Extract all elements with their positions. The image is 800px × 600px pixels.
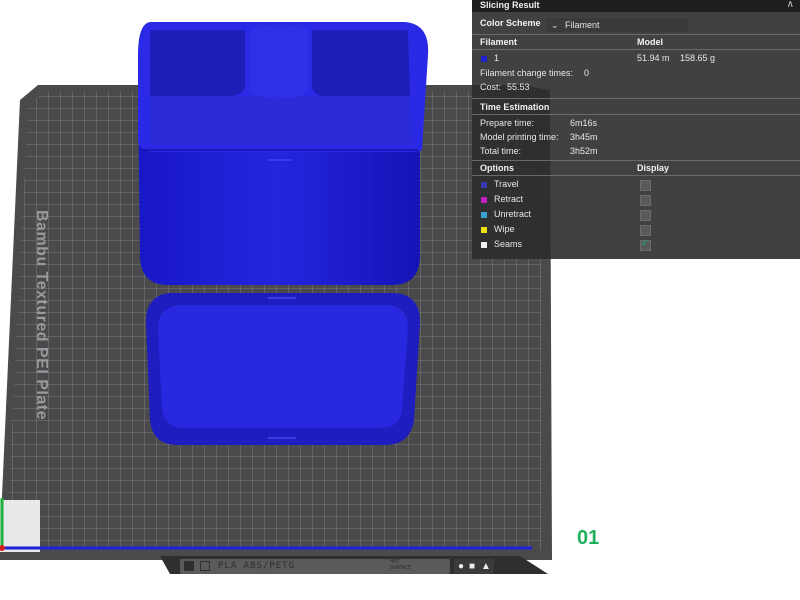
- divider: [472, 160, 800, 161]
- option-unretract-label: Unretract: [494, 209, 532, 219]
- color-scheme-label: Color Scheme: [480, 18, 541, 28]
- option-travel-label: Travel: [494, 179, 519, 189]
- plate-icon: [184, 561, 194, 571]
- prepare-time-label: Prepare time:: [480, 118, 535, 128]
- options-header: Options: [480, 163, 514, 173]
- arrange-icon[interactable]: ■: [469, 559, 475, 574]
- filament-color-swatch: [481, 56, 487, 62]
- panel-titlebar: Slicing Result ∧: [472, 0, 800, 12]
- model-printing-time-label: Model printing time:: [480, 132, 559, 142]
- unretract-color-swatch: [481, 212, 487, 218]
- model-header: Model: [637, 37, 663, 47]
- total-time-value: 3h52m: [570, 146, 598, 156]
- option-wipe-label: Wipe: [494, 224, 515, 234]
- checkmark-icon: ✓: [641, 238, 649, 248]
- hot-surface-label: HOT SURFACE: [390, 559, 412, 571]
- filament-weight: 158.65 g: [680, 53, 716, 63]
- container-model[interactable]: [138, 22, 429, 285]
- filament-length: 51.94 m: [637, 53, 670, 63]
- color-scheme-value: Filament: [565, 20, 600, 30]
- color-scheme-select[interactable]: ⌄ Filament: [546, 18, 688, 32]
- delete-icon[interactable]: ▲: [481, 559, 491, 574]
- divider: [472, 49, 800, 50]
- filament-change-value: 0: [584, 68, 590, 78]
- option-seams-label: Seams: [494, 239, 523, 249]
- chevron-down-icon: ⌄: [551, 20, 559, 30]
- display-header: Display: [637, 163, 670, 173]
- option-retract-checkbox[interactable]: [640, 195, 651, 206]
- slicing-result-panel: Slicing Result ∧ Color Scheme ⌄ Filament…: [472, 0, 800, 259]
- divider: [472, 114, 800, 115]
- cost-label: Cost:: [480, 82, 502, 92]
- time-estimation-header: Time Estimation: [480, 102, 550, 112]
- divider: [472, 34, 800, 35]
- plate-brand-label: Bambu Textured PEI Plate: [33, 210, 50, 420]
- collapse-icon[interactable]: ∧: [787, 0, 794, 10]
- divider: [472, 98, 800, 99]
- retract-color-swatch: [481, 197, 487, 203]
- grid-icon: [200, 561, 210, 571]
- seams-color-swatch: [481, 242, 487, 248]
- lid-model[interactable]: [146, 293, 420, 445]
- option-retract-label: Retract: [494, 194, 524, 204]
- cost-value: 55.53: [507, 82, 530, 92]
- wipe-color-swatch: [481, 227, 487, 233]
- option-wipe-checkbox[interactable]: [640, 225, 651, 236]
- option-seams-checkbox[interactable]: ✓: [640, 238, 651, 251]
- plate-tools: ● ■ ▲: [454, 559, 494, 574]
- lock-icon[interactable]: ●: [458, 559, 464, 574]
- travel-color-swatch: [481, 182, 487, 188]
- filament-id: 1: [494, 53, 500, 63]
- divider: [472, 175, 800, 176]
- plate-info-bar: PLA ABS/PETG HOT SURFACE: [180, 559, 450, 574]
- panel-title: Slicing Result: [480, 0, 540, 10]
- plate-number[interactable]: 01: [577, 527, 599, 550]
- prepare-time-value: 6m16s: [570, 118, 598, 128]
- filament-change-label: Filament change times:: [480, 68, 574, 78]
- total-time-label: Total time:: [480, 146, 522, 156]
- option-unretract-checkbox[interactable]: [640, 210, 651, 221]
- filament-header: Filament: [480, 37, 518, 47]
- option-travel-checkbox[interactable]: [640, 180, 651, 191]
- model-printing-time-value: 3h45m: [570, 132, 598, 142]
- plate-type-label: PLA ABS/PETG: [218, 561, 296, 571]
